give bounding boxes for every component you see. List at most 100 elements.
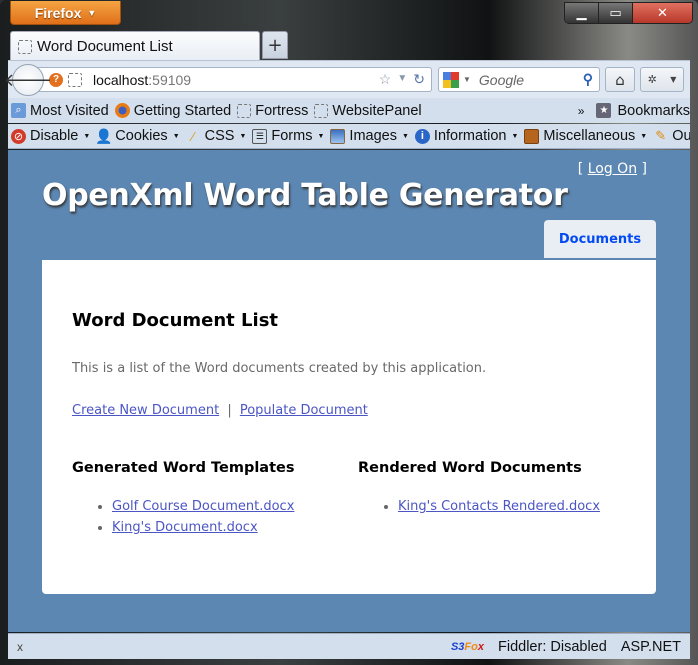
wd-label: Cookies — [115, 128, 168, 144]
wd-label: CSS — [204, 128, 235, 144]
information-icon: i — [414, 128, 430, 144]
template-link[interactable]: Golf Course Document.docx — [112, 499, 294, 514]
images-icon — [330, 128, 346, 144]
rendered-section: Rendered Word Documents King's Contacts … — [358, 460, 600, 517]
miscellaneous-icon — [524, 128, 540, 144]
minimize-button[interactable]: ▁ — [565, 3, 599, 23]
outline-pencil-icon: ✎ — [655, 128, 667, 143]
cookies-person-icon: 👤 — [95, 127, 113, 144]
wd-label: Images — [349, 128, 397, 144]
menu-tab-documents[interactable]: Documents — [544, 220, 656, 258]
rendered-document-link[interactable]: King's Contacts Rendered.docx — [398, 499, 600, 514]
wd-label: Disable — [30, 128, 79, 144]
list-item: Golf Course Document.docx — [112, 496, 294, 517]
bookmark-placeholder-icon — [314, 103, 329, 118]
dropdown-icon: ▼ — [317, 132, 325, 140]
bookmark-label: Fortress — [255, 102, 309, 119]
search-icon[interactable]: ⚲ — [583, 71, 593, 88]
google-logo-icon[interactable] — [443, 71, 459, 88]
status-bar: x S3Fox Fiddler: Disabled ASP.NET — [8, 633, 690, 659]
dropdown-icon: ▼ — [239, 132, 247, 140]
bookmarks-overflow-button[interactable]: » — [578, 104, 585, 118]
wd-label: Information — [433, 128, 507, 144]
history-dropdown-icon[interactable]: ▼ — [397, 73, 407, 88]
wd-cookies-menu[interactable]: 👤 Cookies ▼ — [95, 127, 180, 145]
chevron-down-icon: ▼ — [87, 7, 97, 18]
extension-button[interactable]: ✲ ▼ — [640, 67, 684, 92]
dropdown-icon: ▼ — [401, 132, 409, 140]
dropdown-icon: ▼ — [511, 132, 519, 140]
css-wand-icon: ⁄ — [192, 128, 195, 144]
main-content: Word Document List This is a list of the… — [42, 260, 656, 594]
page-favicon-icon — [68, 72, 82, 87]
new-tab-button[interactable]: + — [262, 31, 288, 59]
chevron-down-icon[interactable]: ▼ — [670, 75, 676, 84]
search-box[interactable]: ▼ Google ⚲ — [438, 67, 600, 92]
home-icon: ⌂ — [615, 70, 625, 89]
url-bar[interactable]: ? localhost:59109 ☆ ▼ ↻ — [30, 67, 432, 92]
firebug-icon: ✲ — [647, 73, 657, 86]
dropdown-icon: ▼ — [172, 132, 180, 140]
page-description: This is a list of the Word documents cre… — [72, 361, 487, 376]
aspnet-status[interactable]: ASP.NET — [621, 639, 681, 655]
wd-forms-menu[interactable]: ☰ Forms ▼ — [252, 128, 324, 144]
list-item: King's Contacts Rendered.docx — [398, 496, 600, 517]
firefox-menu-button[interactable]: Firefox ▼ — [10, 1, 121, 25]
firefox-icon — [114, 103, 130, 118]
wd-images-menu[interactable]: Images ▼ — [330, 128, 409, 144]
populate-document-link[interactable]: Populate Document — [240, 403, 368, 418]
bookmark-websitepanel[interactable]: WebsitePanel — [314, 102, 422, 119]
bracket-close: ] — [641, 161, 647, 177]
bookmark-label: Most Visited — [30, 102, 109, 119]
wd-information-menu[interactable]: i Information ▼ — [414, 128, 519, 144]
reload-icon[interactable]: ↻ — [413, 71, 425, 88]
bookmark-fortress[interactable]: Fortress — [237, 103, 308, 119]
wd-disable-menu[interactable]: ⊘ Disable ▼ — [11, 128, 90, 144]
wd-outline-menu[interactable]: ✎ Outline — [653, 128, 690, 144]
bookmark-star-icon[interactable]: ☆ — [379, 71, 392, 88]
templates-list: Golf Course Document.docx King's Documen… — [72, 496, 294, 538]
back-arrow-icon: 🡐 — [3, 69, 53, 91]
close-addon-bar-button[interactable]: x — [17, 640, 23, 654]
web-page: [ Log On ] OpenXml Word Table Generator … — [8, 150, 690, 632]
wd-css-menu[interactable]: ⁄ CSS ▼ — [186, 128, 247, 144]
fiddler-status[interactable]: Fiddler: Disabled — [498, 639, 607, 655]
action-links: Create New Document | Populate Document — [72, 403, 368, 418]
back-button[interactable]: 🡐 — [4, 64, 52, 96]
window-controls: ▁ ▭ ✕ — [564, 2, 693, 24]
firefox-menu-label: Firefox — [34, 4, 82, 21]
navigation-toolbar: 🡐 ? localhost:59109 ☆ ▼ ↻ ▼ Google ⚲ ⌂ ✲… — [4, 60, 690, 98]
bookmark-label: Getting Started — [133, 102, 232, 119]
home-button[interactable]: ⌂ — [605, 67, 635, 92]
s3fox-icon[interactable]: S3Fox — [451, 641, 484, 653]
bookmark-most-visited[interactable]: ⌕ Most Visited — [11, 103, 109, 119]
bookmark-placeholder-icon — [237, 103, 252, 118]
dropdown-icon: ▼ — [83, 132, 91, 140]
maximize-button[interactable]: ▭ — [599, 3, 633, 23]
create-new-document-link[interactable]: Create New Document — [72, 403, 219, 418]
bookmark-label: WebsitePanel — [332, 102, 422, 119]
url-host: localhost — [93, 71, 149, 88]
favicon-placeholder-icon — [18, 39, 32, 54]
wd-label: Outline — [672, 128, 690, 144]
web-developer-toolbar: ⊘ Disable ▼ 👤 Cookies ▼ ⁄ CSS ▼ ☰ Forms ▼ Images… — [8, 124, 690, 149]
bookmarks-menu-button[interactable]: Bookmarks — [617, 103, 690, 119]
close-window-button[interactable]: ✕ — [633, 3, 692, 23]
link-separator: | — [227, 403, 232, 418]
bookmarks-toolbar: ⌕ Most Visited Getting Started Fortress W… — [8, 98, 690, 123]
templates-heading: Generated Word Templates — [72, 460, 295, 476]
log-on-link[interactable]: Log On — [588, 161, 637, 177]
search-engine-dropdown-icon[interactable]: ▼ — [463, 75, 471, 84]
templates-section: Generated Word Templates Golf Course Doc… — [72, 460, 294, 538]
template-link[interactable]: King's Document.docx — [112, 520, 258, 535]
list-item: King's Document.docx — [112, 517, 294, 538]
tab-word-document-list[interactable]: Word Document List — [10, 31, 260, 61]
forms-icon: ☰ — [252, 128, 268, 144]
wd-label: Forms — [271, 128, 313, 144]
search-placeholder: Google — [478, 71, 525, 88]
wd-miscellaneous-menu[interactable]: Miscellaneous ▼ — [524, 128, 647, 144]
bookmark-getting-started[interactable]: Getting Started — [114, 102, 232, 119]
login-display: [ Log On ] — [578, 161, 647, 177]
bracket-open: [ — [577, 161, 584, 177]
bookmarks-star-icon: ★ — [596, 103, 612, 118]
